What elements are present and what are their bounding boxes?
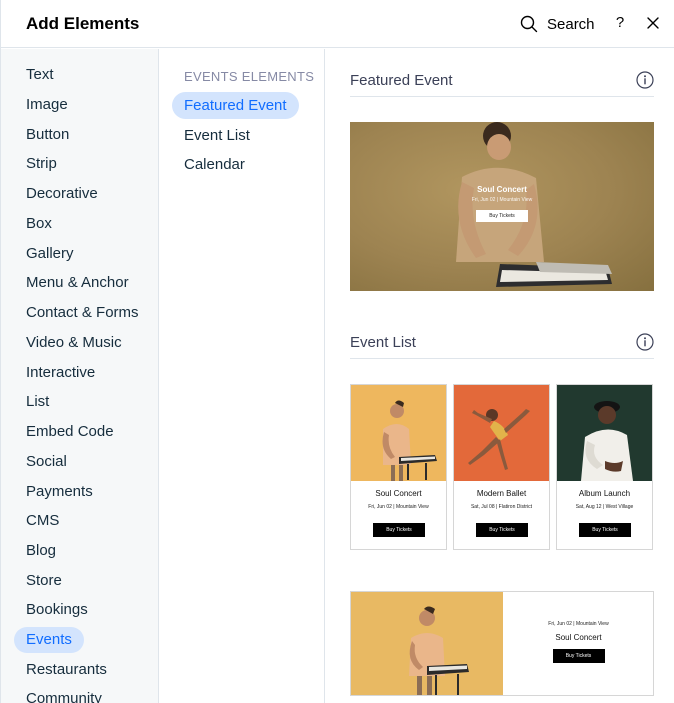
category-image[interactable]: Image — [14, 92, 80, 118]
help-icon[interactable]: ? — [613, 13, 627, 33]
featured-buy-tickets: Buy Tickets — [476, 210, 528, 222]
featured-event-subtitle: Fri, Jun 02 | Mountain View — [471, 197, 533, 203]
event-card-soul-concert[interactable]: Soul Concert Fri, Jun 02 | Mountain View… — [350, 384, 447, 550]
info-icon[interactable] — [636, 71, 654, 89]
event-list-split-preview[interactable]: Fri, Jun 02 | Mountain View Soul Concert… — [350, 591, 654, 696]
panel-header: Add Elements Search ? — [1, 0, 674, 48]
close-button[interactable] — [646, 16, 660, 30]
event-card-subtitle: Sat, Aug 12 | West Village — [575, 504, 634, 510]
subcategory-event-list[interactable]: Event List — [172, 122, 262, 149]
featured-event-title: Soul Concert — [477, 185, 527, 194]
subcategory-calendar[interactable]: Calendar — [172, 151, 257, 178]
split-preview-buy-tickets: Buy Tickets — [552, 649, 605, 663]
event-card-album-launch[interactable]: Album Launch Sat, Aug 12 | West Village … — [556, 384, 653, 550]
category-button[interactable]: Button — [14, 122, 81, 148]
search-icon — [520, 15, 538, 33]
event-card-image — [454, 385, 549, 481]
category-list[interactable]: List — [14, 389, 61, 415]
split-preview-title: Soul Concert — [555, 633, 602, 642]
subcategory-heading: EVENTS ELEMENTS — [184, 69, 315, 84]
event-card-subtitle: Sat, Jul 08 | Flatiron District — [470, 504, 533, 510]
info-icon[interactable] — [636, 333, 654, 351]
category-video-music[interactable]: Video & Music — [14, 330, 134, 356]
section-title: Featured Event — [350, 72, 453, 89]
split-preview-image — [351, 592, 503, 695]
category-restaurants[interactable]: Restaurants — [14, 657, 119, 683]
category-contact-forms[interactable]: Contact & Forms — [14, 300, 151, 326]
featured-event-preview[interactable]: Soul Concert Fri, Jun 02 | Mountain View… — [350, 122, 654, 291]
subcategory-featured-event[interactable]: Featured Event — [172, 92, 299, 119]
event-card-buy-tickets: Buy Tickets — [476, 523, 528, 537]
event-card-image — [557, 385, 652, 481]
category-blog[interactable]: Blog — [14, 538, 68, 564]
event-card-buy-tickets: Buy Tickets — [373, 523, 425, 537]
split-preview-subtitle: Fri, Jun 02 | Mountain View — [548, 621, 609, 627]
event-card-image — [351, 385, 446, 481]
category-embed-code[interactable]: Embed Code — [14, 419, 126, 445]
split-preview-info: Fri, Jun 02 | Mountain View Soul Concert… — [503, 592, 653, 695]
section-header-featured: Featured Event — [350, 49, 654, 97]
search-label: Search — [547, 15, 595, 33]
event-card-title: Modern Ballet — [476, 489, 527, 498]
section-title: Event List — [350, 334, 416, 351]
category-community[interactable]: Community — [14, 686, 114, 703]
event-card-modern-ballet[interactable]: Modern Ballet Sat, Jul 08 | Flatiron Dis… — [453, 384, 550, 550]
search-button[interactable]: Search — [520, 13, 595, 35]
event-card-subtitle: Fri, Jun 02 | Mountain View — [368, 504, 429, 510]
category-strip[interactable]: Strip — [14, 151, 69, 177]
category-bookings[interactable]: Bookings — [14, 597, 100, 623]
category-store[interactable]: Store — [14, 568, 74, 594]
category-text[interactable]: Text — [14, 62, 66, 88]
subcategory-list: EVENTS ELEMENTS Featured Event Event Lis… — [160, 49, 325, 703]
panel-title: Add Elements — [26, 14, 140, 33]
category-social[interactable]: Social — [14, 449, 79, 475]
category-cms[interactable]: CMS — [14, 508, 71, 534]
event-card-title: Soul Concert — [375, 489, 422, 498]
category-gallery[interactable]: Gallery — [14, 241, 86, 267]
event-card-title: Album Launch — [578, 489, 631, 498]
category-decorative[interactable]: Decorative — [14, 181, 110, 207]
category-payments[interactable]: Payments — [14, 479, 105, 505]
close-icon — [647, 17, 659, 29]
category-box[interactable]: Box — [14, 211, 64, 237]
preview-area: Featured Event Soul Concert Fri, Jun 02 … — [326, 49, 674, 703]
featured-event-info: Soul Concert Fri, Jun 02 | Mountain View… — [455, 185, 549, 222]
section-header-event-list: Event List — [350, 311, 654, 359]
category-menu-anchor[interactable]: Menu & Anchor — [14, 270, 141, 296]
category-interactive[interactable]: Interactive — [14, 360, 107, 386]
add-elements-panel: Add Elements Search ? Text Image Button … — [0, 0, 674, 703]
event-card-buy-tickets: Buy Tickets — [579, 523, 631, 537]
category-events[interactable]: Events — [14, 627, 84, 653]
category-list: Text Image Button Strip Decorative Box G… — [1, 49, 159, 703]
